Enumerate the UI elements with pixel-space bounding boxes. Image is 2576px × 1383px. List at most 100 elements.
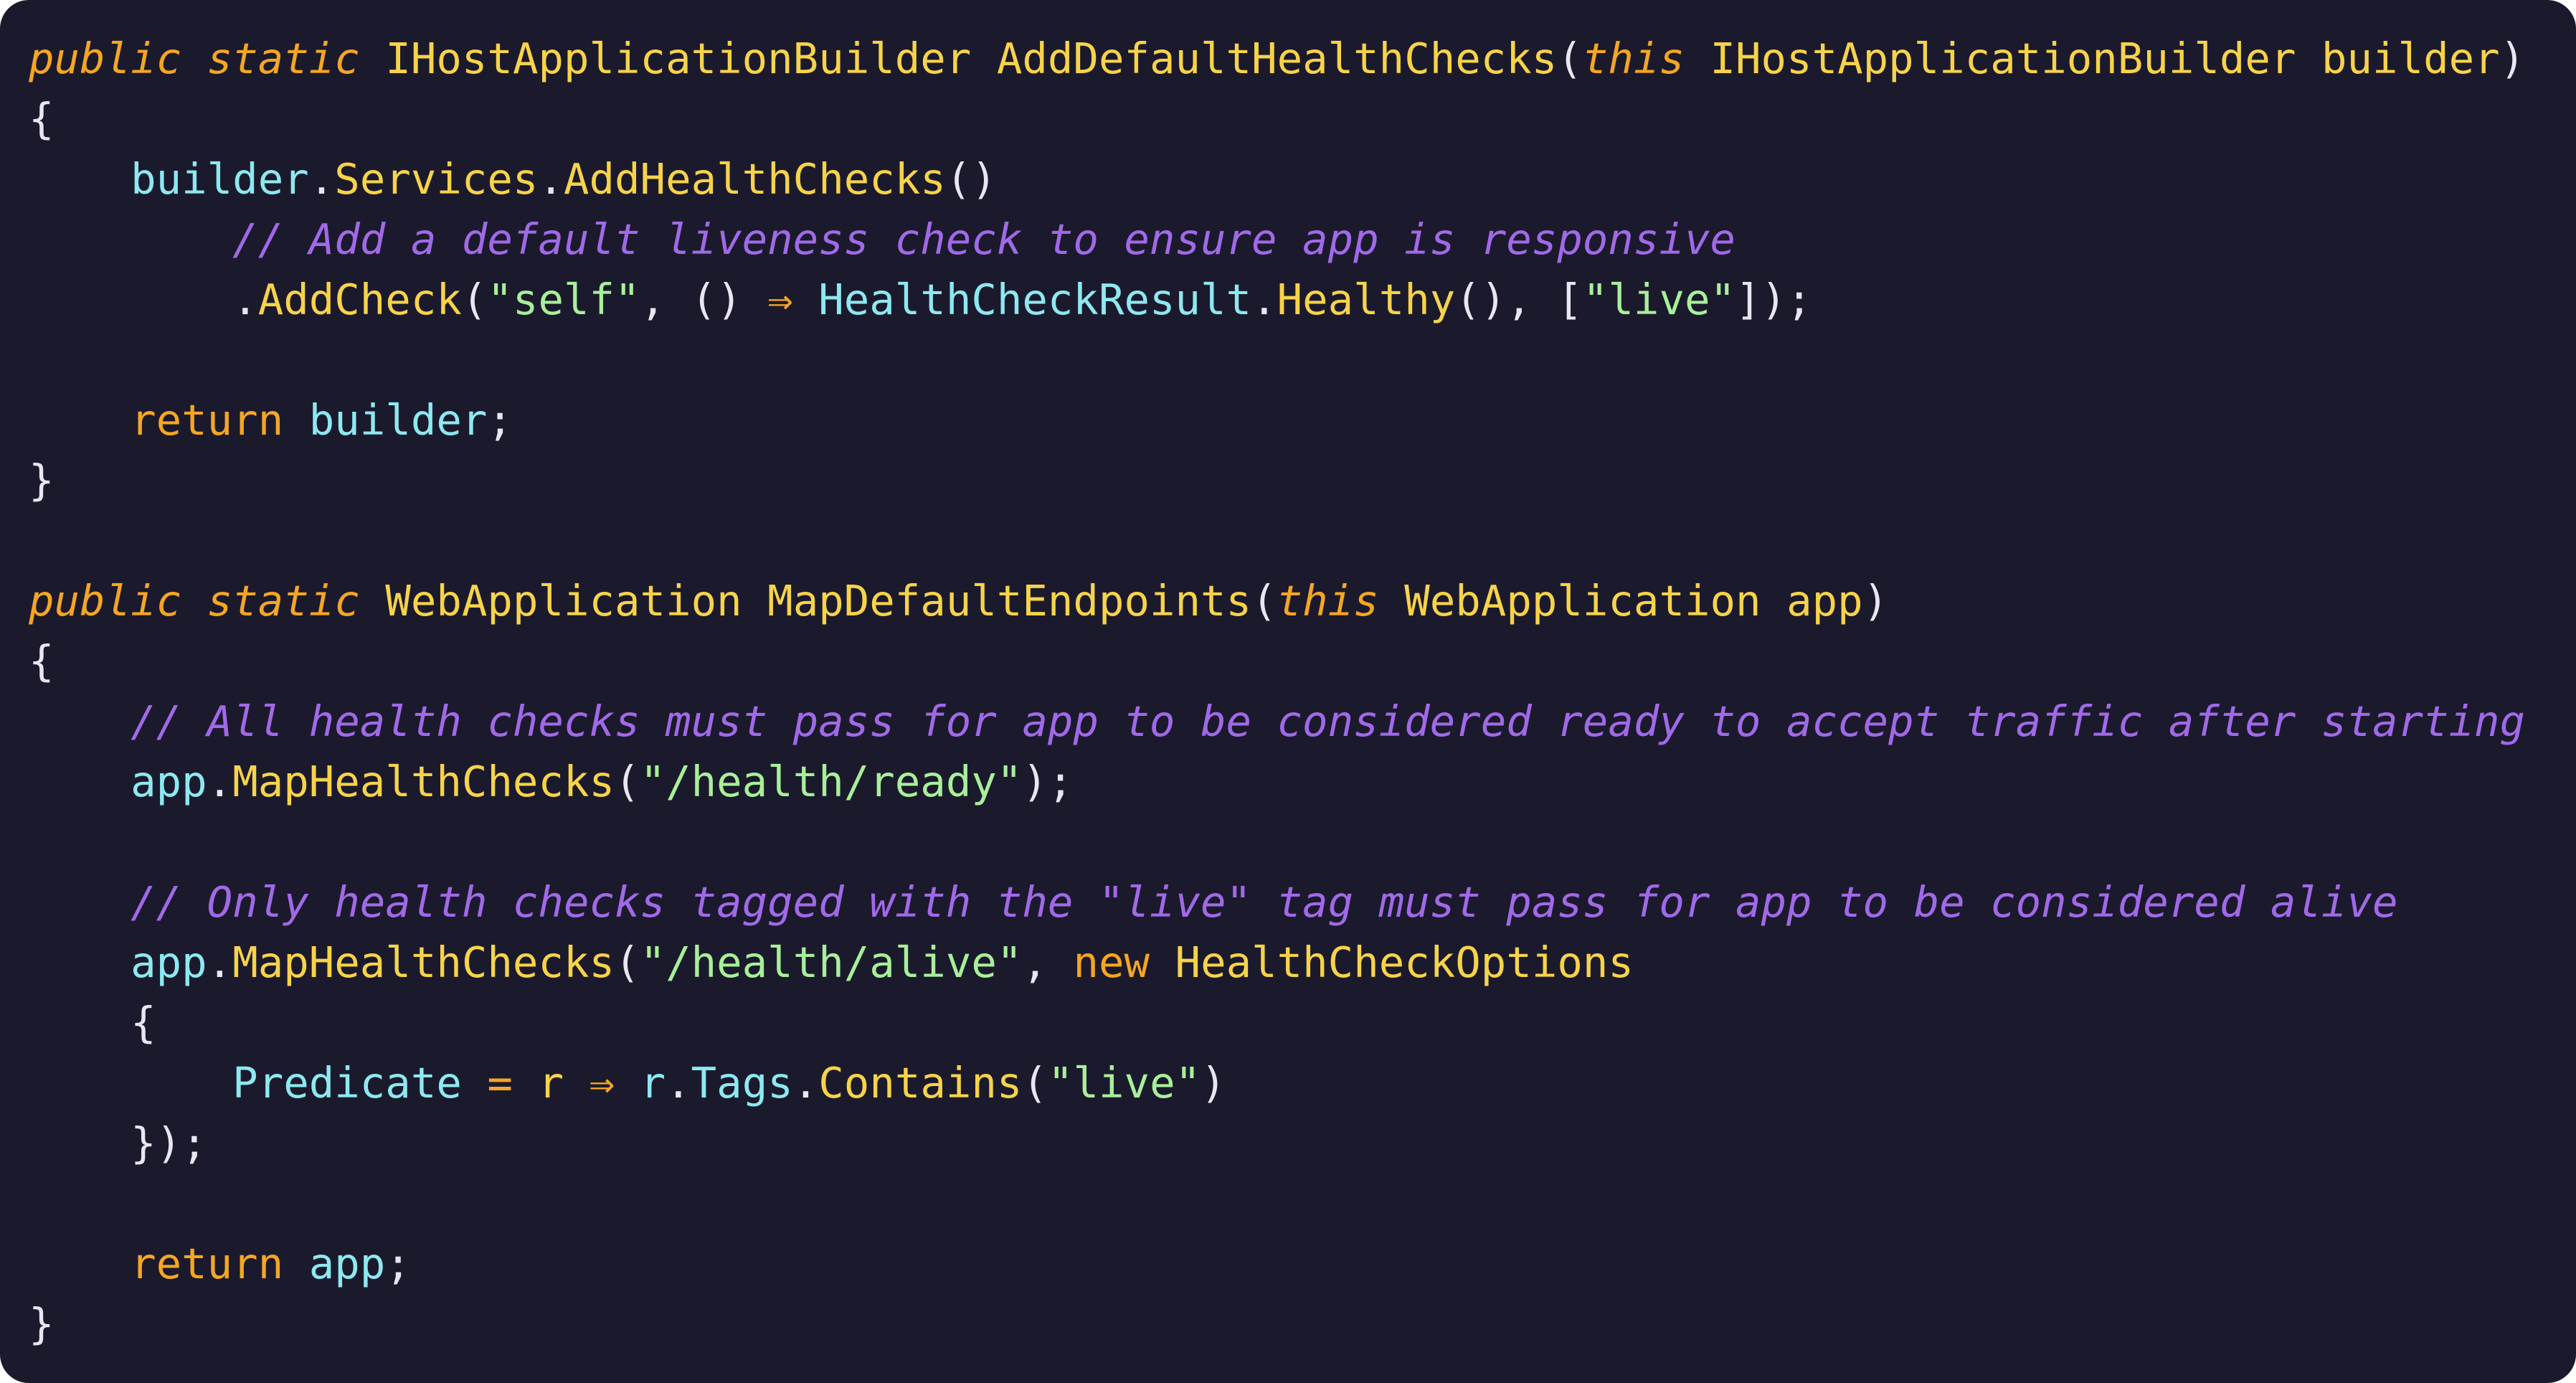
code-token-punctuation: , () — [640, 275, 768, 324]
code-token-punctuation: . — [538, 154, 564, 204]
code-token-keyword: ⇒ — [589, 1058, 615, 1108]
code-token-punctuation — [513, 1058, 539, 1108]
code-token-type: WebApplication — [1404, 576, 1761, 626]
code-token-type: Services — [334, 154, 539, 204]
code-token-identifier: HealthCheckResult — [818, 275, 1252, 324]
code-token-type: AddCheck — [257, 275, 462, 324]
code-token-punctuation — [793, 275, 819, 324]
code-token-comment: // Add a default liveness check to ensur… — [232, 214, 1736, 264]
code-token-keyword: public — [29, 576, 182, 626]
code-token-punctuation — [360, 34, 386, 83]
code-token-punctuation: } — [29, 1299, 55, 1349]
code-token-punctuation: ) — [2499, 34, 2526, 83]
code-token-type: MapHealthChecks — [232, 938, 615, 987]
code-token-punctuation — [29, 757, 131, 806]
code-token-keyword: ⇒ — [767, 275, 793, 324]
code-token-punctuation: . — [207, 938, 233, 987]
code-token-punctuation: ) — [1862, 576, 1889, 626]
code-token-punctuation: ( — [1251, 576, 1277, 626]
code-token-type: Contains — [818, 1058, 1023, 1108]
code-line: }); — [29, 1113, 2525, 1174]
code-token-punctuation — [29, 998, 131, 1047]
code-token-comment: // All health checks must pass for app t… — [131, 697, 2526, 746]
code-token-punctuation: ( — [1022, 1058, 1048, 1108]
code-token-punctuation: ( — [615, 938, 640, 987]
code-token-punctuation: { — [29, 94, 55, 143]
code-line: // All health checks must pass for app t… — [29, 692, 2525, 752]
code-token-punctuation — [615, 1058, 640, 1108]
code-token-punctuation — [360, 576, 386, 626]
code-token-punctuation — [29, 877, 131, 927]
code-token-punctuation — [2296, 34, 2321, 83]
code-token-string: "/health/alive" — [640, 938, 1023, 987]
code-token-keyword: new — [1073, 938, 1150, 987]
code-token-punctuation — [29, 1058, 232, 1108]
code-line: .AddCheck("self", () ⇒ HealthCheckResult… — [29, 270, 2525, 330]
code-token-punctuation: ( — [461, 275, 488, 324]
code-token-punctuation — [29, 697, 131, 746]
code-token-type: Healthy — [1277, 275, 1456, 324]
code-token-type: AddHealthChecks — [563, 154, 946, 204]
code-token-punctuation — [1150, 938, 1175, 987]
code-token-punctuation: ( — [1557, 34, 1583, 83]
code-token-punctuation: { — [131, 998, 156, 1047]
code-token-type: HealthCheckOptions — [1175, 938, 1634, 987]
code-token-punctuation — [1761, 576, 1787, 626]
code-token-keyword: static — [207, 576, 360, 626]
code-token-type: IHostApplicationBuilder — [1710, 34, 2296, 83]
code-token-punctuation: . — [792, 1058, 819, 1108]
code-line: return app; — [29, 1234, 2525, 1294]
code-token-punctuation — [564, 1058, 589, 1108]
code-token-identifier: builder — [308, 395, 488, 445]
code-token-punctuation: () — [945, 154, 997, 204]
code-line: Predicate = r ⇒ r.Tags.Contains("live") — [29, 1053, 2525, 1113]
code-token-punctuation: . — [232, 275, 258, 324]
code-token-type: builder — [2321, 34, 2500, 83]
code-token-type: MapHealthChecks — [232, 757, 615, 806]
code-token-punctuation: ); — [1022, 757, 1074, 806]
code-token-punctuation: . — [308, 154, 335, 204]
code-token-punctuation — [283, 395, 309, 445]
code-token-punctuation: } — [29, 456, 55, 505]
code-token-keyword: this — [1277, 576, 1379, 626]
code-token-punctuation — [181, 34, 207, 83]
code-token-string: "live" — [1582, 275, 1736, 324]
code-token-keyword: static — [207, 34, 360, 83]
code-token-identifier: r — [640, 1058, 666, 1108]
code-block[interactable]: public static IHostApplicationBuilder Ad… — [29, 29, 2525, 1354]
code-token-punctuation — [1379, 576, 1405, 626]
code-token-punctuation: . — [207, 757, 233, 806]
code-token-punctuation — [181, 576, 207, 626]
code-token-string: "self" — [487, 275, 640, 324]
code-token-identifier: app — [308, 1239, 386, 1288]
code-token-punctuation: (), [ — [1455, 275, 1583, 324]
code-line: return builder; — [29, 390, 2525, 450]
code-token-punctuation: . — [666, 1058, 691, 1108]
code-line: { — [29, 631, 2525, 692]
code-line: { — [29, 89, 2525, 149]
code-line: app.MapHealthChecks("/health/alive", new… — [29, 933, 2525, 993]
code-line: // Add a default liveness check to ensur… — [29, 209, 2525, 270]
code-token-punctuation: }); — [131, 1118, 207, 1168]
code-line: // Only health checks tagged with the "l… — [29, 872, 2525, 933]
code-token-keyword: return — [131, 395, 284, 445]
code-token-keyword: return — [131, 1239, 284, 1288]
code-token-punctuation: . — [1251, 275, 1277, 324]
code-token-punctuation — [971, 34, 997, 83]
code-token-punctuation — [283, 1239, 309, 1288]
code-token-punctuation — [29, 154, 131, 204]
code-token-punctuation — [29, 938, 131, 987]
code-token-punctuation — [1685, 34, 1710, 83]
code-token-punctuation: ; — [385, 1239, 411, 1288]
code-line: app.MapHealthChecks("/health/ready"); — [29, 752, 2525, 812]
code-token-punctuation — [29, 214, 232, 264]
code-editor-panel: public static IHostApplicationBuilder Ad… — [0, 0, 2576, 1383]
code-token-string: "live" — [1047, 1058, 1201, 1108]
code-line: public static IHostApplicationBuilder Ad… — [29, 29, 2525, 89]
code-token-type: IHostApplicationBuilder — [385, 34, 972, 83]
code-token-string: "/health/ready" — [640, 757, 1023, 806]
code-token-comment: // Only health checks tagged with the "l… — [131, 877, 2398, 927]
